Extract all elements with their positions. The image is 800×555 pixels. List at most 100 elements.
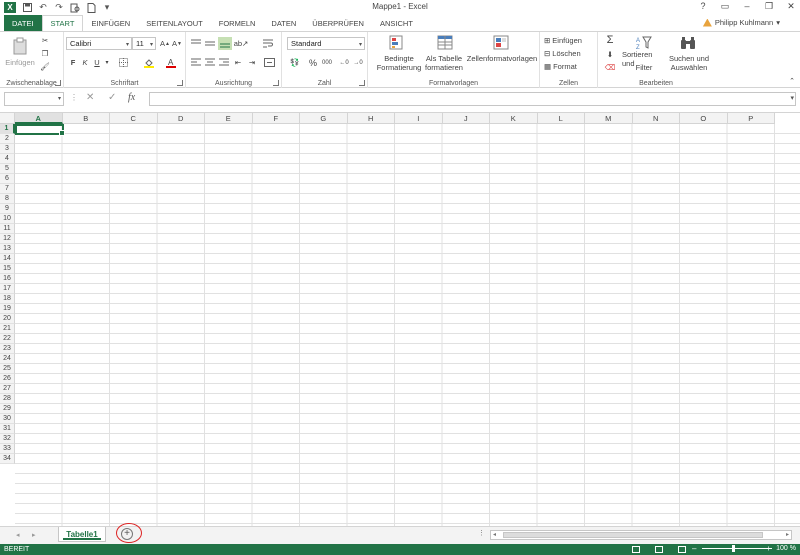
delete-cells-button[interactable]: ⊟ Löschen — [544, 48, 596, 59]
zoom-slider[interactable] — [702, 545, 772, 552]
align-right-icon[interactable] — [218, 57, 230, 68]
italic-button[interactable]: K — [80, 57, 90, 68]
active-cell[interactable] — [15, 124, 65, 136]
formula-input[interactable] — [149, 92, 796, 106]
new-document-icon[interactable] — [86, 2, 96, 13]
sort-filter-label-2[interactable]: Filter — [622, 63, 666, 72]
prev-sheet-icon[interactable]: ◂ — [16, 531, 20, 539]
merge-center-icon[interactable] — [262, 57, 276, 68]
autosum-icon[interactable]: Σ — [602, 34, 618, 46]
tab-file[interactable]: DATEI — [4, 15, 42, 31]
decrease-decimal-icon[interactable]: →0 — [352, 57, 364, 68]
zoom-slider-knob[interactable] — [732, 545, 735, 552]
column-header-k[interactable]: K — [490, 113, 538, 124]
cell-area[interactable] — [15, 124, 800, 526]
tab-view[interactable]: ANSICHT — [372, 15, 421, 31]
format-painter-icon[interactable]: 🖌 — [40, 61, 50, 71]
column-header-p[interactable]: P — [727, 113, 775, 124]
row-header-26[interactable]: 26 — [0, 374, 15, 384]
user-account[interactable]: Philipp Kuhlmann ▾ — [702, 18, 780, 27]
row-header-33[interactable]: 33 — [0, 444, 15, 454]
cut-icon[interactable]: ✂ — [40, 35, 50, 45]
row-header-29[interactable]: 29 — [0, 404, 15, 414]
column-header-m[interactable]: M — [585, 113, 633, 124]
increase-decimal-icon[interactable]: ←0 — [338, 57, 350, 68]
excel-logo-icon[interactable]: X — [4, 2, 16, 13]
row-header-23[interactable]: 23 — [0, 344, 15, 354]
row-header-16[interactable]: 16 — [0, 274, 15, 284]
insert-function-icon[interactable]: fx — [128, 92, 135, 103]
number-format-select[interactable]: Standard ▾ — [287, 37, 365, 50]
scroll-right-icon[interactable]: ▸ — [786, 531, 789, 538]
sheet-tab-tabelle1[interactable]: Tabelle1 — [58, 527, 106, 542]
save-icon[interactable] — [22, 3, 32, 13]
number-launcher-icon[interactable] — [359, 80, 365, 86]
row-header-4[interactable]: 4 — [0, 154, 15, 164]
column-header-h[interactable]: H — [347, 113, 395, 124]
insert-cells-button[interactable]: ⊞ Einfügen — [544, 35, 596, 46]
normal-view-icon[interactable] — [632, 546, 640, 553]
row-header-22[interactable]: 22 — [0, 334, 15, 344]
column-header-a[interactable]: A — [15, 113, 63, 124]
row-header-12[interactable]: 12 — [0, 234, 15, 244]
row-header-27[interactable]: 27 — [0, 384, 15, 394]
row-header-14[interactable]: 14 — [0, 254, 15, 264]
page-break-view-icon[interactable] — [678, 546, 686, 553]
help-icon[interactable]: ? — [698, 1, 708, 12]
conditional-formatting-icon[interactable] — [388, 35, 406, 51]
page-layout-view-icon[interactable] — [655, 546, 663, 553]
align-center-icon[interactable] — [204, 57, 216, 68]
cell-styles-label[interactable]: Zellenformatvorlagen — [466, 54, 538, 63]
tab-data[interactable]: DATEN — [263, 15, 304, 31]
row-header-28[interactable]: 28 — [0, 394, 15, 404]
scroll-left-icon[interactable]: ◂ — [493, 531, 496, 538]
tab-start[interactable]: START — [41, 15, 84, 31]
font-color-icon[interactable]: A — [164, 57, 178, 68]
row-header-21[interactable]: 21 — [0, 324, 15, 334]
borders-icon[interactable] — [116, 57, 130, 68]
column-header-i[interactable]: I — [395, 113, 443, 124]
row-header-19[interactable]: 19 — [0, 304, 15, 314]
column-header-l[interactable]: L — [537, 113, 585, 124]
column-header-e[interactable]: E — [205, 113, 253, 124]
cell-styles-icon[interactable] — [492, 35, 510, 51]
font-name-select[interactable]: Calibri ▾ — [66, 37, 132, 50]
next-sheet-icon[interactable]: ▸ — [32, 531, 36, 539]
zoom-out-icon[interactable]: – — [692, 544, 696, 553]
underline-button[interactable]: U — [92, 57, 102, 68]
row-header-32[interactable]: 32 — [0, 434, 15, 444]
row-header-7[interactable]: 7 — [0, 184, 15, 194]
cancel-icon[interactable]: ✕ — [86, 92, 94, 103]
find-select-label-1[interactable]: Suchen und — [666, 54, 712, 63]
decrease-indent-icon[interactable]: ⇤ — [232, 57, 244, 68]
column-header-g[interactable]: G — [300, 113, 348, 124]
row-header-11[interactable]: 11 — [0, 224, 15, 234]
zoom-level[interactable]: 100 % — [776, 545, 796, 552]
font-launcher-icon[interactable] — [177, 80, 183, 86]
copy-icon[interactable]: ❐ — [40, 48, 50, 58]
align-left-icon[interactable] — [190, 57, 202, 68]
close-icon[interactable]: ✕ — [786, 1, 796, 12]
row-header-18[interactable]: 18 — [0, 294, 15, 304]
tab-page-layout[interactable]: SEITENLAYOUT — [138, 15, 211, 31]
minimize-icon[interactable]: – — [742, 1, 752, 12]
ribbon-display-icon[interactable]: ▭ — [720, 1, 730, 12]
alignment-launcher-icon[interactable] — [273, 80, 279, 86]
accounting-format-icon[interactable]: 💱 — [288, 57, 302, 68]
name-box[interactable]: ▾ — [4, 92, 64, 106]
column-header-f[interactable]: F — [252, 113, 300, 124]
paste-button[interactable]: Einfügen — [2, 57, 38, 67]
find-select-label-2[interactable]: Auswählen — [666, 63, 712, 72]
align-bottom-icon[interactable] — [218, 37, 232, 50]
binoculars-icon[interactable] — [680, 35, 696, 51]
column-header-c[interactable]: C — [110, 113, 158, 124]
zoom-in-icon[interactable]: + — [766, 544, 771, 553]
column-header-b[interactable]: B — [62, 113, 110, 124]
row-header-30[interactable]: 30 — [0, 414, 15, 424]
tab-review[interactable]: ÜBERPRÜFEN — [304, 15, 372, 31]
fill-icon[interactable]: ⬇ — [602, 48, 618, 60]
row-header-5[interactable]: 5 — [0, 164, 15, 174]
row-header-31[interactable]: 31 — [0, 424, 15, 434]
row-header-8[interactable]: 8 — [0, 194, 15, 204]
wrap-text-icon[interactable] — [262, 38, 274, 49]
